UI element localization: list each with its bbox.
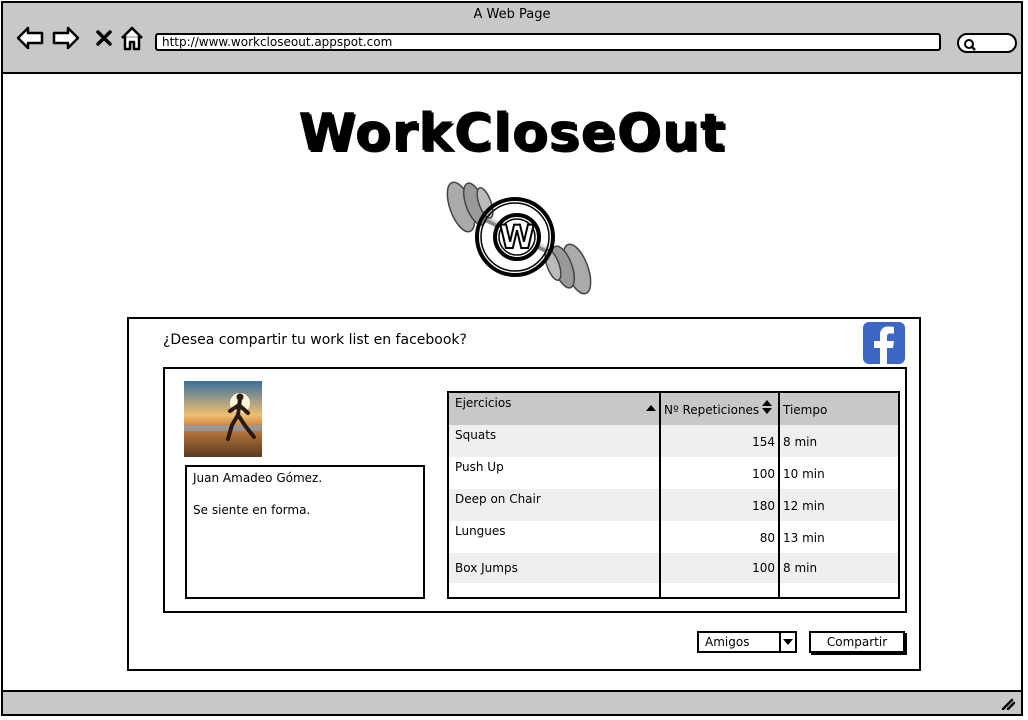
address-bar[interactable]: http://www.workcloseout.appspot.com [155,33,941,51]
column-divider [778,393,780,597]
browser-search-field[interactable] [957,33,1017,53]
user-status: Se siente en forma. [193,503,311,517]
user-name: Juan Amadeo Gómez. [193,471,323,485]
browser-chrome: A Web Page http://www.workcloseout.appsp… [3,3,1021,74]
cell-time: 8 min [783,435,818,449]
column-divider [659,393,661,597]
status-bar [3,690,1021,714]
cell-exercise: Lungues [455,524,506,538]
audience-select[interactable]: Amigos [697,631,797,653]
cell-reps: 80 [759,531,775,545]
resize-grip-icon[interactable] [1001,698,1015,710]
sort-up-icon[interactable] [646,404,656,412]
cell-time: 12 min [783,499,825,513]
cell-exercise: Box Jumps [455,561,518,575]
table-row[interactable]: Push Up 100 10 min [449,457,898,489]
search-icon [964,39,976,51]
table-row[interactable]: Deep on Chair 180 12 min [449,489,898,521]
logo-letter: W [499,218,534,256]
cell-time: 10 min [783,467,825,481]
cell-exercise: Deep on Chair [455,492,541,506]
header-tiempo[interactable]: Tiempo [779,393,898,425]
browser-window: A Web Page http://www.workcloseout.appsp… [1,1,1023,716]
sort-icon[interactable] [762,400,772,414]
exercise-table: Ejercicios Nº Repeticiones Tiempo Squats… [447,391,900,599]
audience-selected-value: Amigos [705,635,750,649]
cell-exercise: Push Up [455,460,504,474]
cell-exercise: Squats [455,428,497,442]
window-title: A Web Page [473,7,551,22]
home-icon[interactable] [117,23,147,53]
close-icon[interactable] [89,23,119,53]
table-row[interactable]: Squats 154 8 min [449,425,898,457]
cell-time: 13 min [783,531,825,545]
cell-reps: 154 [752,435,775,449]
share-button[interactable]: Compartir [809,631,905,653]
cell-reps: 180 [752,499,775,513]
table-row[interactable]: Box Jumps 100 8 min [449,553,898,583]
back-arrow-icon[interactable] [15,23,45,53]
table-header-row: Ejercicios Nº Repeticiones Tiempo [449,393,898,425]
cell-reps: 100 [752,467,775,481]
share-panel: ¿Desea compartir tu work list en faceboo… [127,317,921,671]
cell-time: 8 min [783,561,818,575]
barbell-logo: W [435,175,599,299]
table-row[interactable]: Lungues 80 13 min [449,521,898,553]
site-title: WorkCloseOut [298,103,726,163]
chevron-down-icon[interactable] [779,633,795,651]
user-avatar [184,381,262,457]
share-content-box: Juan Amadeo Gómez. Se siente en forma. E… [163,367,907,613]
forward-arrow-icon[interactable] [51,23,81,53]
facebook-icon[interactable] [863,322,905,364]
cell-reps: 100 [752,561,775,575]
post-text-box[interactable]: Juan Amadeo Gómez. Se siente en forma. [185,465,425,599]
header-ejercicios[interactable]: Ejercicios [449,393,660,425]
share-prompt: ¿Desea compartir tu work list en faceboo… [163,332,467,348]
